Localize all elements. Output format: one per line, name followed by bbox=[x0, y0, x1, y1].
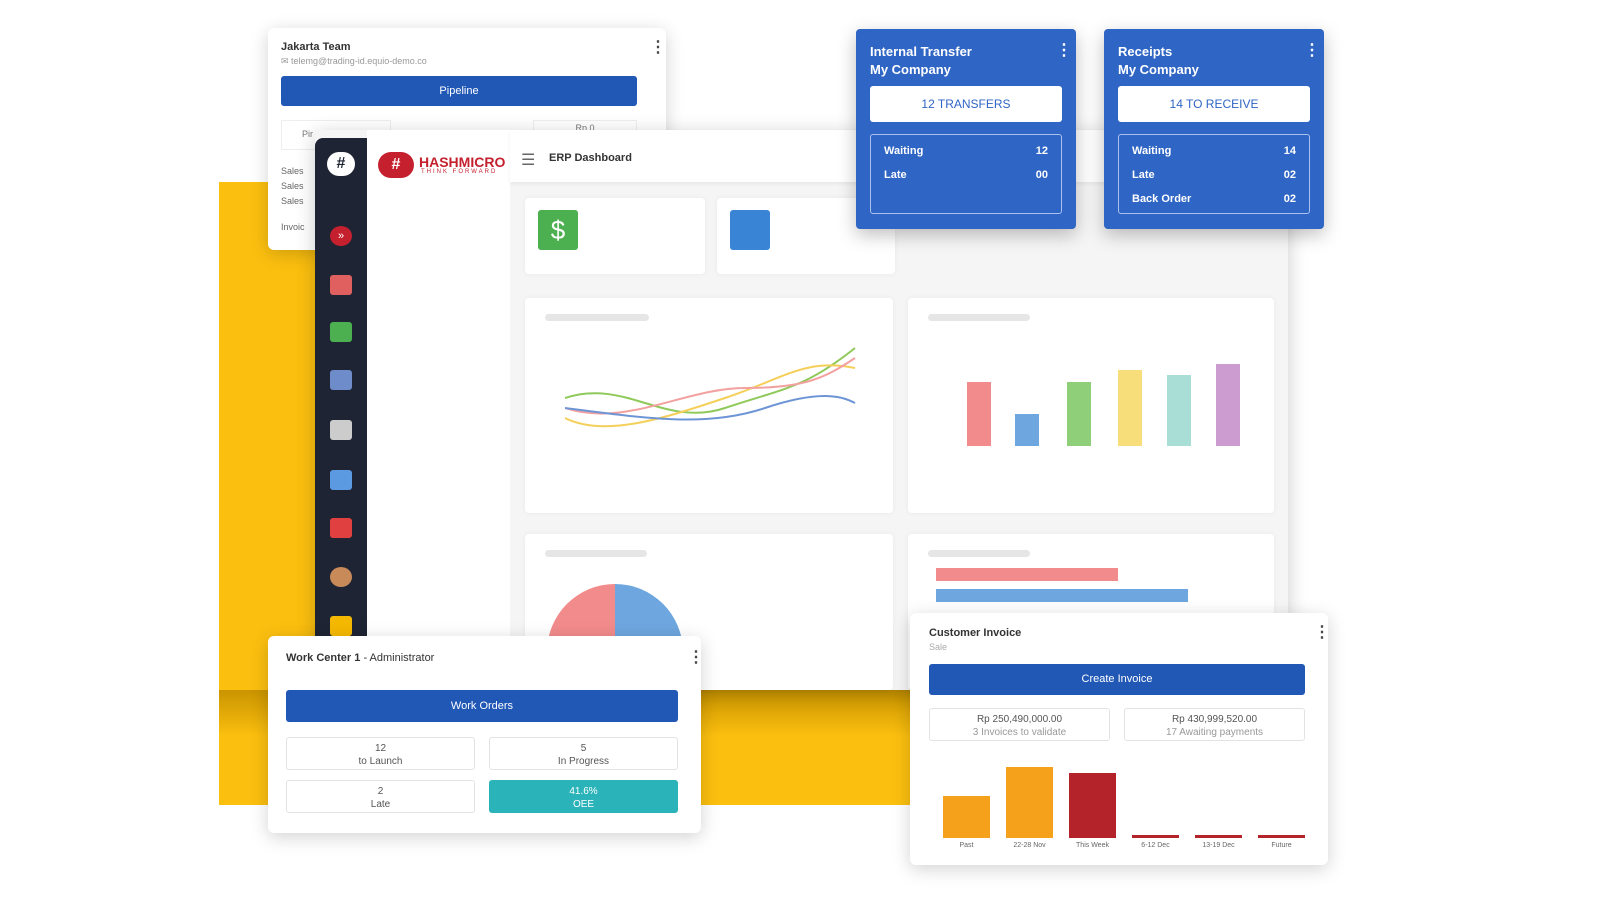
page-title: ERP Dashboard bbox=[549, 152, 632, 164]
bar-future[interactable] bbox=[1258, 834, 1305, 838]
line-chart-panel bbox=[525, 298, 893, 513]
transfers-button[interactable]: 12 TRANSFERS bbox=[870, 86, 1062, 122]
user-icon[interactable] bbox=[330, 567, 352, 587]
list-item: Invoic bbox=[281, 222, 305, 232]
bar-13-19-dec[interactable] bbox=[1195, 834, 1242, 838]
printer-icon[interactable] bbox=[330, 420, 352, 440]
expand-icon[interactable]: » bbox=[330, 226, 352, 246]
company-name: My Company bbox=[1118, 62, 1199, 77]
invoice-bar-chart: Past 22-28 Nov This Week 6-12 Dec 13-19 Dec F… bbox=[935, 758, 1315, 863]
dollar-icon: $ bbox=[538, 210, 578, 250]
hashmicro-logo-icon: # bbox=[378, 152, 414, 178]
bar-label: This Week bbox=[1076, 842, 1109, 849]
sidebar bbox=[315, 138, 367, 690]
chart-icon[interactable] bbox=[330, 322, 352, 342]
sales-list: Sales Sales Sales Invoic bbox=[281, 164, 305, 235]
bar-label: Past bbox=[959, 842, 974, 849]
bar-6-12-dec[interactable] bbox=[1132, 834, 1179, 838]
trophy-icon[interactable] bbox=[330, 616, 352, 636]
stat-row[interactable]: Late 02 bbox=[1132, 165, 1296, 189]
receive-button[interactable]: 14 TO RECEIVE bbox=[1118, 86, 1310, 122]
stat-row[interactable]: Late 00 bbox=[884, 165, 1048, 189]
card-title: Internal Transfer bbox=[870, 44, 972, 59]
stat-to-validate[interactable]: Rp 250,490,000.00 3 Invoices to validate bbox=[929, 708, 1110, 741]
role: - Administrator bbox=[363, 652, 435, 664]
create-invoice-button[interactable]: Create Invoice bbox=[929, 664, 1305, 695]
bar-label: 22-28 Nov bbox=[1013, 842, 1046, 849]
bar-this-week[interactable] bbox=[1069, 772, 1116, 838]
stat-row[interactable]: Waiting 12 bbox=[884, 141, 1048, 165]
card-title: Jakarta Team bbox=[281, 41, 351, 53]
stat-row[interactable]: Waiting 14 bbox=[1132, 141, 1296, 165]
menu-panel bbox=[367, 130, 510, 690]
stat-awaiting-payments[interactable]: Rp 430,999,520.00 17 Awaiting payments bbox=[1124, 708, 1305, 741]
company-name: My Company bbox=[870, 62, 951, 77]
cart-icon[interactable] bbox=[330, 518, 352, 538]
team-email: ✉ telemg@trading-id.equio-demo.co bbox=[281, 56, 427, 66]
calendar-icon[interactable] bbox=[330, 275, 352, 295]
more-icon[interactable]: ⋮ bbox=[1314, 625, 1330, 641]
cloud-logo-icon: # bbox=[327, 152, 355, 176]
brand-tagline: THINK FORWARD bbox=[421, 169, 498, 175]
work-center-card: Work Center 1 - Administrator ⋮ Work Ord… bbox=[268, 636, 704, 833]
card-title: Customer Invoice bbox=[929, 627, 1022, 639]
list-item: Sales bbox=[281, 196, 304, 206]
bar-label: 6-12 Dec bbox=[1141, 842, 1170, 849]
list-item: Sales bbox=[281, 166, 304, 176]
pipeline-button[interactable]: Pipeline bbox=[281, 76, 637, 106]
stat-row[interactable]: Back Order 02 bbox=[1132, 189, 1296, 213]
work-orders-button[interactable]: Work Orders bbox=[286, 690, 678, 722]
receipt-stats: Waiting 14 Late 02 Back Order 02 bbox=[1118, 134, 1310, 214]
bar-chart-panel bbox=[908, 298, 1274, 513]
customer-invoice-card: Customer Invoice Sale ⋮ Create Invoice R… bbox=[910, 613, 1330, 865]
bar-chart-icon bbox=[730, 210, 770, 250]
more-icon[interactable]: ⋮ bbox=[1304, 43, 1320, 59]
more-icon[interactable]: ⋮ bbox=[650, 40, 666, 56]
stat-to-launch[interactable]: 12 to Launch bbox=[286, 737, 475, 770]
employee-icon[interactable] bbox=[330, 370, 352, 390]
bar-label: 13-19 Dec bbox=[1202, 842, 1235, 849]
line-chart bbox=[565, 347, 856, 428]
computer-icon[interactable] bbox=[330, 470, 352, 490]
bar-past[interactable] bbox=[943, 795, 990, 838]
hamburger-menu-icon[interactable]: ☰ bbox=[521, 150, 535, 170]
more-icon[interactable]: ⋮ bbox=[688, 650, 704, 666]
bar-22-28-nov[interactable] bbox=[1006, 767, 1053, 838]
internal-transfer-card: Internal Transfer My Company ⋮ 12 TRANSFE… bbox=[856, 29, 1076, 229]
card-title: Receipts bbox=[1118, 44, 1173, 59]
stat-in-progress[interactable]: 5 In Progress bbox=[489, 737, 678, 770]
brand-name: HASHMICRO bbox=[419, 154, 506, 170]
bar-label: Future bbox=[1271, 842, 1292, 849]
more-icon[interactable]: ⋮ bbox=[1056, 43, 1072, 59]
card-subtitle: Sale bbox=[929, 642, 948, 652]
email-text: telemg@trading-id.equio-demo.co bbox=[291, 56, 427, 66]
transfer-stats: Waiting 12 Late 00 bbox=[870, 134, 1062, 214]
card-title: Work Center 1 bbox=[286, 652, 361, 664]
receipts-card: Receipts My Company ⋮ 14 TO RECEIVE Waiti… bbox=[1104, 29, 1324, 229]
list-item: Sales bbox=[281, 181, 304, 191]
kpi-sales: $ bbox=[525, 198, 705, 274]
stat-oee[interactable]: 41.6% OEE bbox=[489, 780, 678, 813]
stat-late[interactable]: 2 Late bbox=[286, 780, 475, 813]
